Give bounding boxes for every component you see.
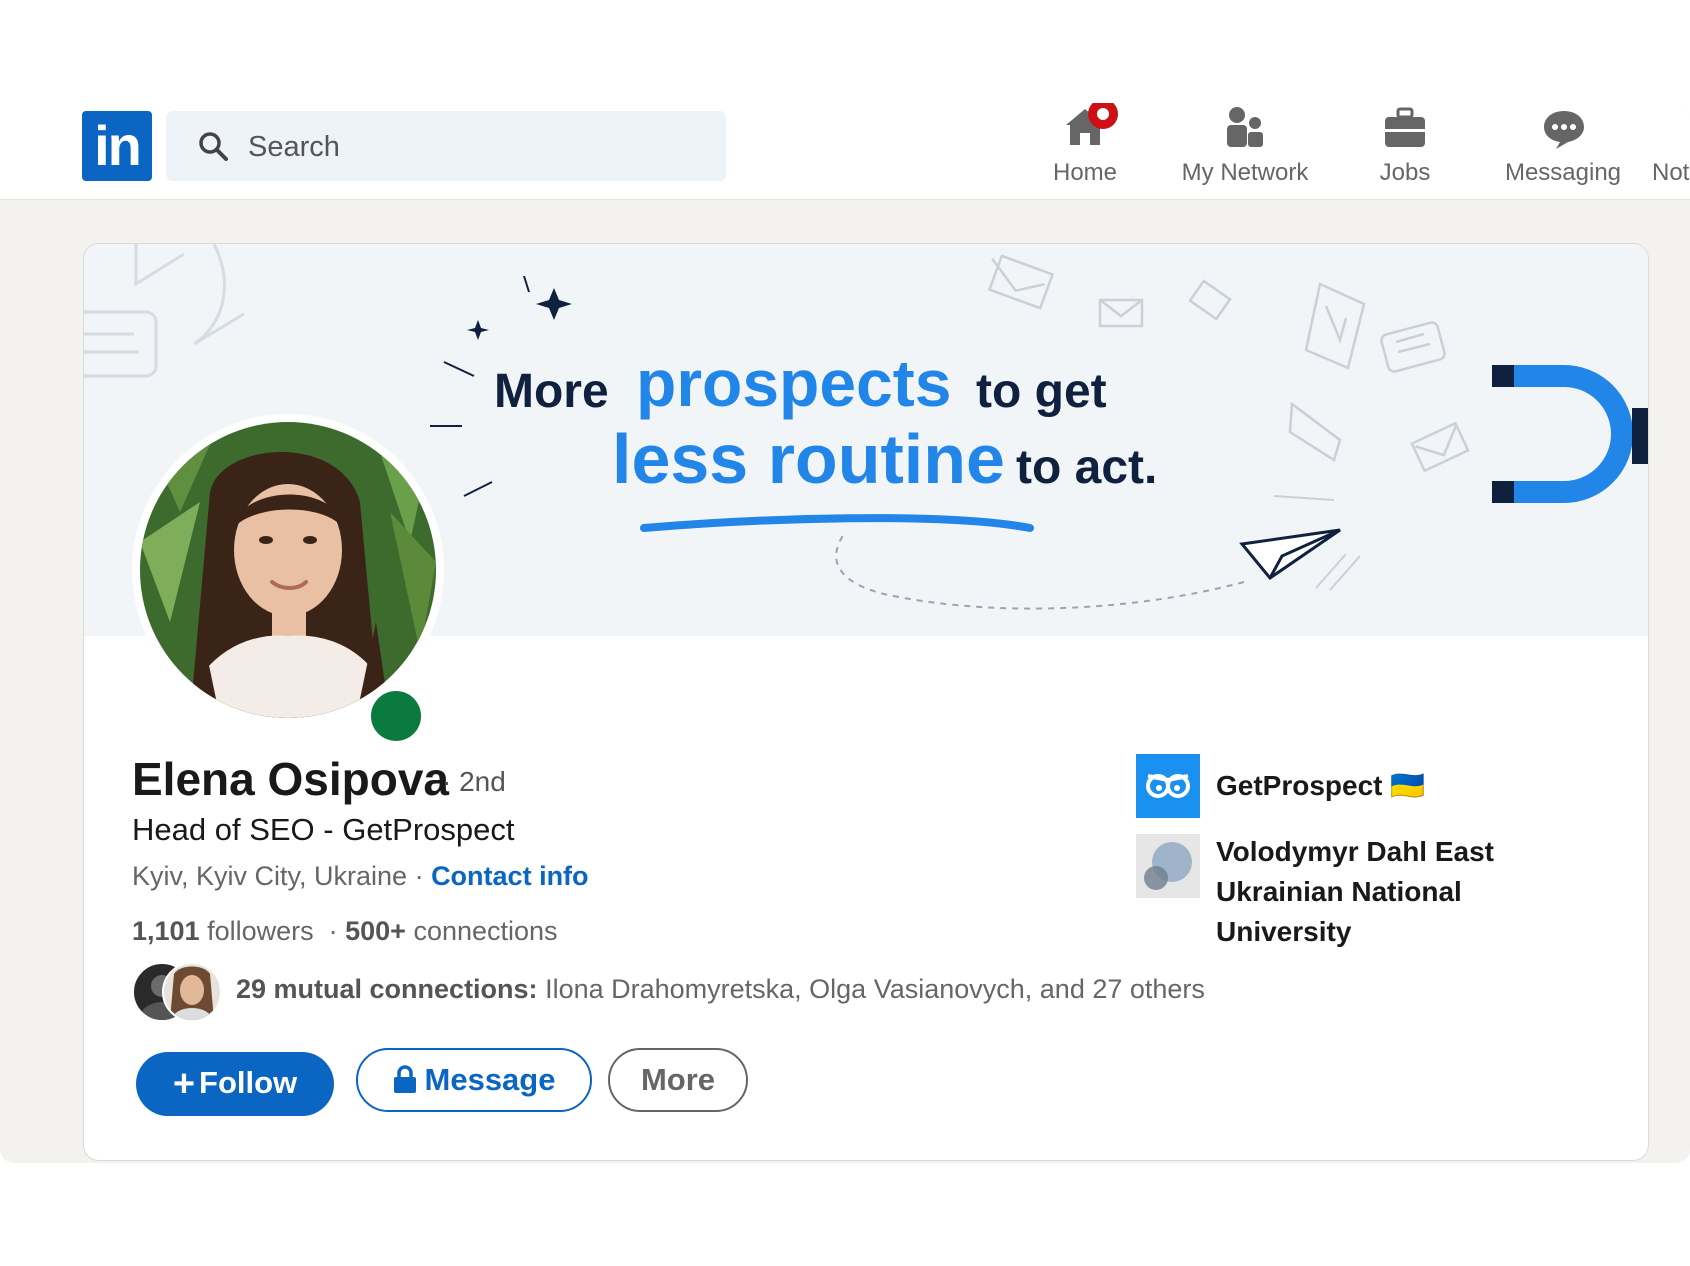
more-button-label: More	[640, 1062, 716, 1097]
followers-count: 1,101	[132, 916, 200, 946]
briefcase-icon	[1384, 105, 1426, 151]
follow-button-label: Follow	[199, 1064, 298, 1100]
banner-text-to-act: to act.	[1016, 441, 1158, 494]
nav-notifications-label: Not	[1652, 159, 1690, 186]
message-button-label: Message	[424, 1062, 556, 1097]
mutual-names: Ilona Drahomyretska, Olga Vasianovych, a…	[537, 974, 1205, 1004]
university-logo[interactable]	[1136, 834, 1200, 898]
nav-messaging[interactable]: Messaging	[1495, 105, 1631, 195]
search-bar[interactable]	[166, 111, 726, 181]
nav-my-network-label: My Network	[1181, 159, 1309, 186]
search-icon	[199, 132, 228, 161]
getprospect-logo[interactable]	[1136, 754, 1200, 818]
mutual-avatars	[132, 962, 222, 1022]
profile-location: Kyiv, Kyiv City, Ukraine	[132, 861, 408, 891]
banner-text-prospects: prospects	[636, 346, 952, 420]
profile-location-row: Kyiv, Kyiv City, Ukraine · Contact info	[132, 861, 589, 892]
profile-card: More prospects to get less routine to ac…	[83, 243, 1649, 1161]
network-icon	[1224, 105, 1266, 151]
notification-badge	[1088, 103, 1118, 129]
linkedin-logo[interactable]: in	[82, 111, 152, 181]
mutual-count: 29 mutual connections:	[236, 974, 538, 1004]
online-status-indicator	[366, 686, 426, 746]
connections-label[interactable]: connections	[406, 916, 557, 946]
mutual-avatar	[162, 962, 222, 1022]
message-button[interactable]: Message	[356, 1048, 592, 1112]
nav-notifications[interactable]: Not	[1652, 105, 1690, 195]
messaging-icon	[1542, 105, 1584, 151]
nav-jobs-label: Jobs	[1379, 159, 1431, 186]
browser-frame: in Home	[0, 103, 1690, 1163]
profile-photo[interactable]	[140, 422, 436, 718]
profile-stats: 1,101 followers · 500+ connections	[132, 916, 558, 947]
nav-my-network[interactable]: My Network	[1170, 105, 1320, 195]
home-icon	[1064, 103, 1118, 151]
top-nav: in Home	[0, 103, 1690, 200]
lock-icon	[393, 1065, 416, 1093]
contact-info-link[interactable]: Contact info	[431, 861, 588, 891]
banner-text-more: More	[494, 365, 609, 418]
plus-icon: +	[172, 1062, 196, 1105]
search-input[interactable]	[246, 123, 710, 171]
profile-headline: Head of SEO - GetProspect	[132, 812, 515, 847]
connections-count[interactable]: 500+	[345, 916, 406, 946]
nav-messaging-label: Messaging	[1504, 159, 1622, 186]
education[interactable]: Volodymyr Dahl East Ukrainian National U…	[1216, 832, 1516, 952]
followers-label: followers	[199, 916, 314, 946]
current-company[interactable]: GetProspect 🇺🇦	[1216, 766, 1425, 806]
stats-separator: ·	[313, 916, 346, 946]
nav-home[interactable]: Home	[1010, 103, 1160, 195]
nav-jobs[interactable]: Jobs	[1345, 105, 1465, 195]
notifications-icon	[1652, 105, 1690, 151]
connection-degree: · 2nd	[442, 766, 506, 797]
more-button[interactable]: More	[608, 1048, 748, 1112]
profile-photo-frame	[132, 414, 444, 726]
banner-text-to-get: to get	[976, 365, 1107, 418]
mutual-connections-text[interactable]: 29 mutual connections: Ilona Drahomyrets…	[236, 974, 1205, 1005]
follow-button[interactable]: + Follow	[136, 1052, 334, 1116]
location-separator: ·	[407, 861, 432, 891]
nav-home-label: Home	[1052, 159, 1118, 186]
profile-name: Elena Osipova	[132, 753, 450, 805]
banner-text-less-routine: less routine	[612, 420, 1005, 498]
